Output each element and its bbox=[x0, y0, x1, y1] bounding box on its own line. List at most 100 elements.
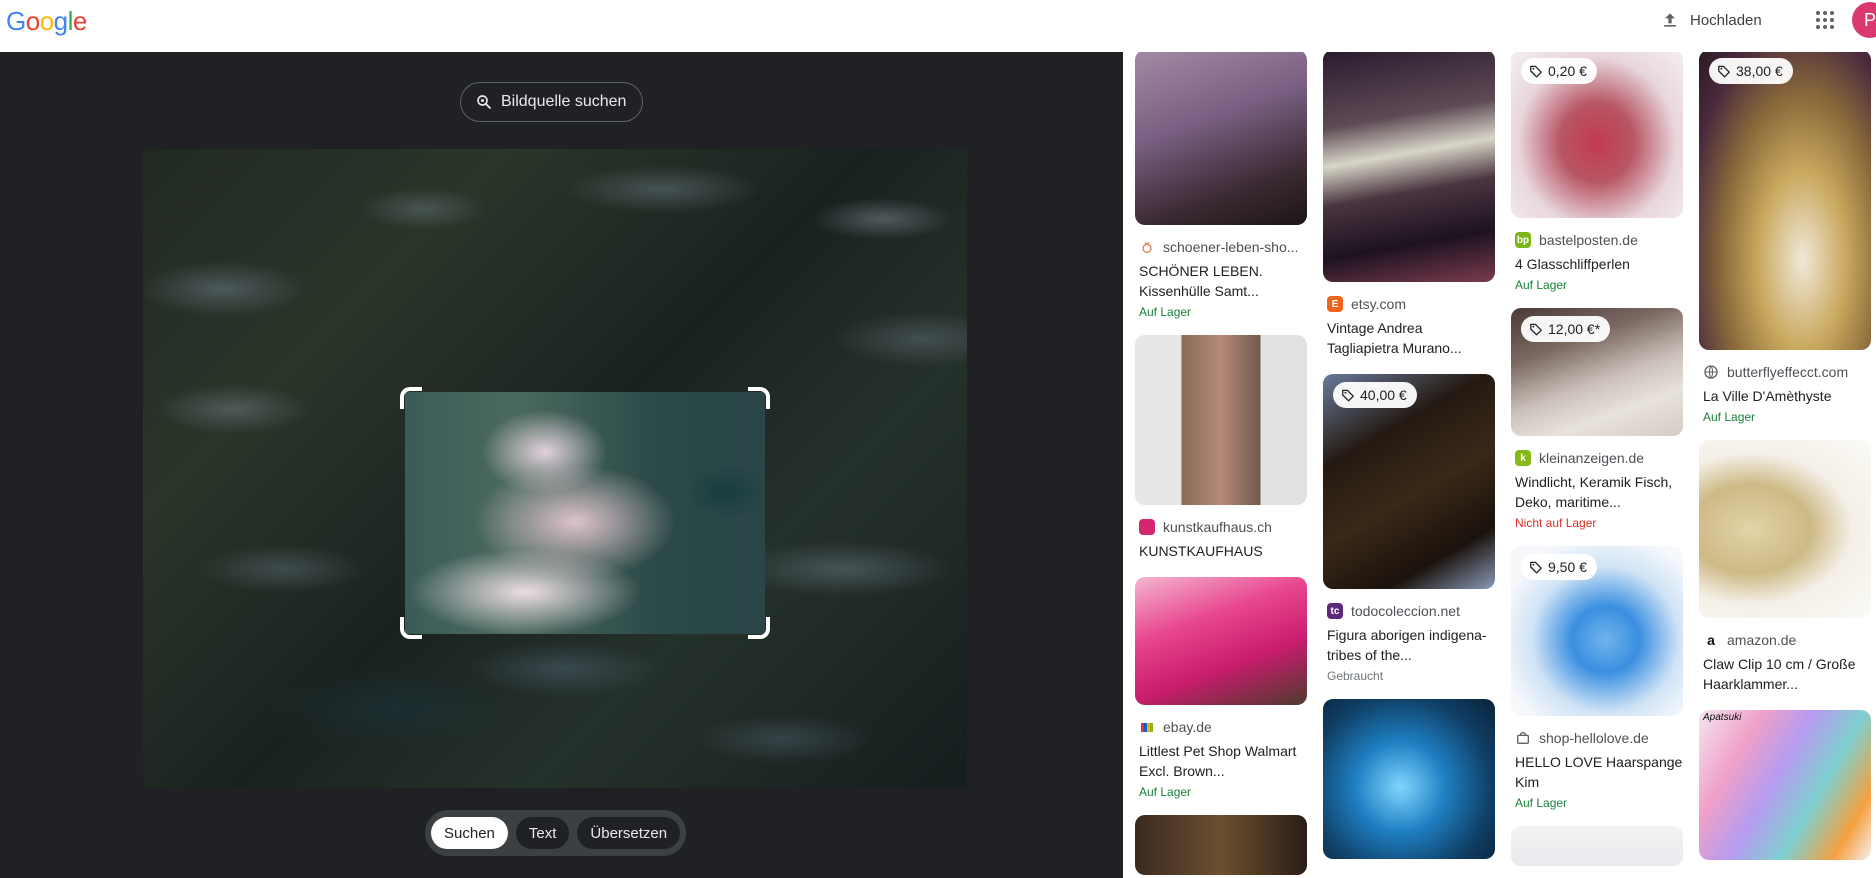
crop-handle-bottom-left[interactable] bbox=[400, 617, 422, 639]
result-title[interactable]: Windlicht, Keramik Fisch, Deko, maritime… bbox=[1515, 472, 1683, 512]
stock-status: Auf Lager bbox=[1703, 410, 1756, 424]
result-source[interactable]: kunstkaufhaus.ch bbox=[1139, 519, 1307, 535]
etsy-icon: E bbox=[1327, 296, 1343, 312]
result-card[interactable]: schoener-leben-sho... SCHÖNER LEBEN. Kiss… bbox=[1135, 52, 1307, 319]
google-logo[interactable]: Google bbox=[6, 6, 87, 37]
result-source[interactable]: shop-hellolove.de bbox=[1515, 730, 1683, 746]
price-tag-icon bbox=[1529, 560, 1543, 574]
crop-handle-bottom-right[interactable] bbox=[748, 617, 770, 639]
result-source-domain: etsy.com bbox=[1351, 296, 1406, 312]
result-title[interactable]: HELLO LOVE Haarspange Kim bbox=[1515, 752, 1683, 792]
result-title[interactable]: Claw Clip 10 cm / Große Haarklammer... bbox=[1703, 654, 1871, 694]
price-badge: 12,00 €* bbox=[1521, 316, 1611, 342]
result-card[interactable] bbox=[1323, 699, 1495, 859]
upload-label: Hochladen bbox=[1690, 11, 1762, 29]
result-card[interactable]: 9,50 € shop-hellolove.de HELLO LOVE Haarsp… bbox=[1511, 546, 1683, 810]
crop-handle-top-left[interactable] bbox=[400, 387, 422, 409]
result-card[interactable]: 38,00 € butterflyeffecct.com La Ville D'Am… bbox=[1699, 52, 1871, 424]
result-thumbnail[interactable] bbox=[1135, 577, 1307, 705]
result-thumbnail[interactable] bbox=[1135, 52, 1307, 225]
result-thumbnail[interactable] bbox=[1323, 52, 1495, 282]
result-title[interactable]: Vintage Andrea Tagliapietra Murano... bbox=[1327, 318, 1495, 358]
result-card[interactable]: Eetsy.com Vintage Andrea Tagliapietra Mur… bbox=[1323, 52, 1495, 358]
stock-status: Auf Lager bbox=[1515, 278, 1568, 292]
price-value: 38,00 € bbox=[1736, 63, 1783, 79]
result-source[interactable]: schoener-leben-sho... bbox=[1139, 239, 1307, 255]
kleinanzeigen-icon: k bbox=[1515, 450, 1531, 466]
result-title[interactable]: KUNSTKAUFHAUS bbox=[1139, 541, 1307, 561]
logo-letter: g bbox=[53, 6, 68, 36]
result-title[interactable]: Figura aborigen indigena- tribes of the.… bbox=[1327, 625, 1495, 665]
shop-icon bbox=[1515, 730, 1531, 746]
result-source[interactable]: a amazon.de bbox=[1703, 632, 1871, 648]
crop-handle-top-right[interactable] bbox=[748, 387, 770, 409]
results-column: Eetsy.com Vintage Andrea Tagliapietra Mur… bbox=[1323, 52, 1495, 875]
result-card[interactable]: 40,00 € tc todocoleccion.net Figura aborige… bbox=[1323, 374, 1495, 683]
lens-search-icon bbox=[477, 95, 491, 109]
logo-letter: o bbox=[39, 6, 54, 36]
price-tag-icon bbox=[1717, 64, 1731, 78]
results-column: schoener-leben-sho... SCHÖNER LEBEN. Kiss… bbox=[1135, 52, 1307, 878]
logo-letter: G bbox=[6, 6, 26, 36]
result-thumbnail[interactable]: Apatsuki bbox=[1699, 710, 1871, 860]
result-thumbnail[interactable] bbox=[1323, 699, 1495, 859]
upload-icon bbox=[1664, 13, 1676, 27]
result-card[interactable]: 12,00 €* k kleinanzeigen.de Windlicht, Kera… bbox=[1511, 308, 1683, 530]
result-source-domain: schoener-leben-sho... bbox=[1163, 239, 1299, 255]
result-card[interactable]: ebay.de Littlest Pet Shop Walmart Excl. B… bbox=[1135, 577, 1307, 799]
result-thumbnail[interactable]: 40,00 € bbox=[1323, 374, 1495, 589]
logo-letter: o bbox=[25, 6, 40, 36]
upload-button[interactable]: Hochladen bbox=[1660, 6, 1762, 34]
result-source-domain: shop-hellolove.de bbox=[1539, 730, 1649, 746]
result-thumbnail[interactable]: 9,50 € bbox=[1511, 546, 1683, 716]
result-card[interactable]: 0,20 € bp bastelposten.de 4 Glasschliffperl… bbox=[1511, 52, 1683, 292]
result-card[interactable]: Apatsuki bbox=[1699, 710, 1871, 860]
apps-grid-icon[interactable] bbox=[1813, 8, 1837, 32]
lens-image-pane: Bildquelle suchen Suchen Text Übersetzen bbox=[0, 52, 1123, 878]
result-source[interactable]: bp bastelposten.de bbox=[1515, 232, 1683, 248]
result-title[interactable]: 4 Glasschliffperlen bbox=[1515, 254, 1683, 274]
result-title[interactable]: La Ville D'Amèthyste bbox=[1703, 386, 1871, 406]
result-source[interactable]: Eetsy.com bbox=[1327, 296, 1495, 312]
result-source[interactable]: tc todocoleccion.net bbox=[1327, 603, 1495, 619]
result-title[interactable]: Littlest Pet Shop Walmart Excl. Brown... bbox=[1139, 741, 1307, 781]
mode-tab-suchen[interactable]: Suchen bbox=[431, 817, 508, 849]
lens-mode-tabs: Suchen Text Übersetzen bbox=[425, 810, 687, 856]
result-thumbnail[interactable]: 38,00 € bbox=[1699, 52, 1871, 350]
todocoleccion-icon: tc bbox=[1327, 603, 1343, 619]
ebay-icon bbox=[1139, 719, 1155, 735]
result-source[interactable]: k kleinanzeigen.de bbox=[1515, 450, 1683, 466]
thumbnail-watermark: Apatsuki bbox=[1703, 712, 1742, 723]
price-tag-icon bbox=[1529, 322, 1543, 336]
stock-status: Auf Lager bbox=[1139, 785, 1192, 799]
result-thumbnail[interactable] bbox=[1135, 815, 1307, 875]
result-card[interactable] bbox=[1511, 826, 1683, 866]
avatar[interactable]: P bbox=[1852, 2, 1876, 38]
mode-tab-übersetzen[interactable]: Übersetzen bbox=[577, 817, 681, 849]
result-card[interactable]: a amazon.de Claw Clip 10 cm / Große Haarkl… bbox=[1699, 440, 1871, 694]
price-value: 40,00 € bbox=[1360, 387, 1407, 403]
find-image-source-button[interactable]: Bildquelle suchen bbox=[460, 82, 644, 122]
result-thumbnail[interactable] bbox=[1699, 440, 1871, 618]
mode-tab-text[interactable]: Text bbox=[515, 817, 570, 849]
bastelposten-icon: bp bbox=[1515, 232, 1531, 248]
stock-status: Gebraucht bbox=[1327, 669, 1384, 683]
result-thumbnail[interactable] bbox=[1511, 826, 1683, 866]
top-bar: Google Hochladen P bbox=[0, 0, 1876, 52]
result-thumbnail[interactable]: 12,00 €* bbox=[1511, 308, 1683, 436]
price-tag-icon bbox=[1341, 388, 1355, 402]
result-card[interactable]: kunstkaufhaus.ch KUNSTKAUFHAUS bbox=[1135, 335, 1307, 561]
result-card[interactable] bbox=[1135, 815, 1307, 875]
result-source[interactable]: butterflyeffecct.com bbox=[1703, 364, 1871, 380]
result-source-domain: bastelposten.de bbox=[1539, 232, 1638, 248]
result-thumbnail[interactable]: 0,20 € bbox=[1511, 52, 1683, 218]
result-source[interactable]: ebay.de bbox=[1139, 719, 1307, 735]
selected-region-preview[interactable] bbox=[405, 392, 765, 634]
price-badge: 0,20 € bbox=[1521, 58, 1597, 84]
visual-matches-results: schoener-leben-sho... SCHÖNER LEBEN. Kiss… bbox=[1123, 52, 1876, 878]
price-value: 12,00 €* bbox=[1548, 321, 1601, 337]
result-source-domain: ebay.de bbox=[1163, 719, 1212, 735]
result-title[interactable]: SCHÖNER LEBEN. Kissenhülle Samt... bbox=[1139, 261, 1307, 301]
result-thumbnail[interactable] bbox=[1135, 335, 1307, 505]
stock-status: Auf Lager bbox=[1515, 796, 1568, 810]
